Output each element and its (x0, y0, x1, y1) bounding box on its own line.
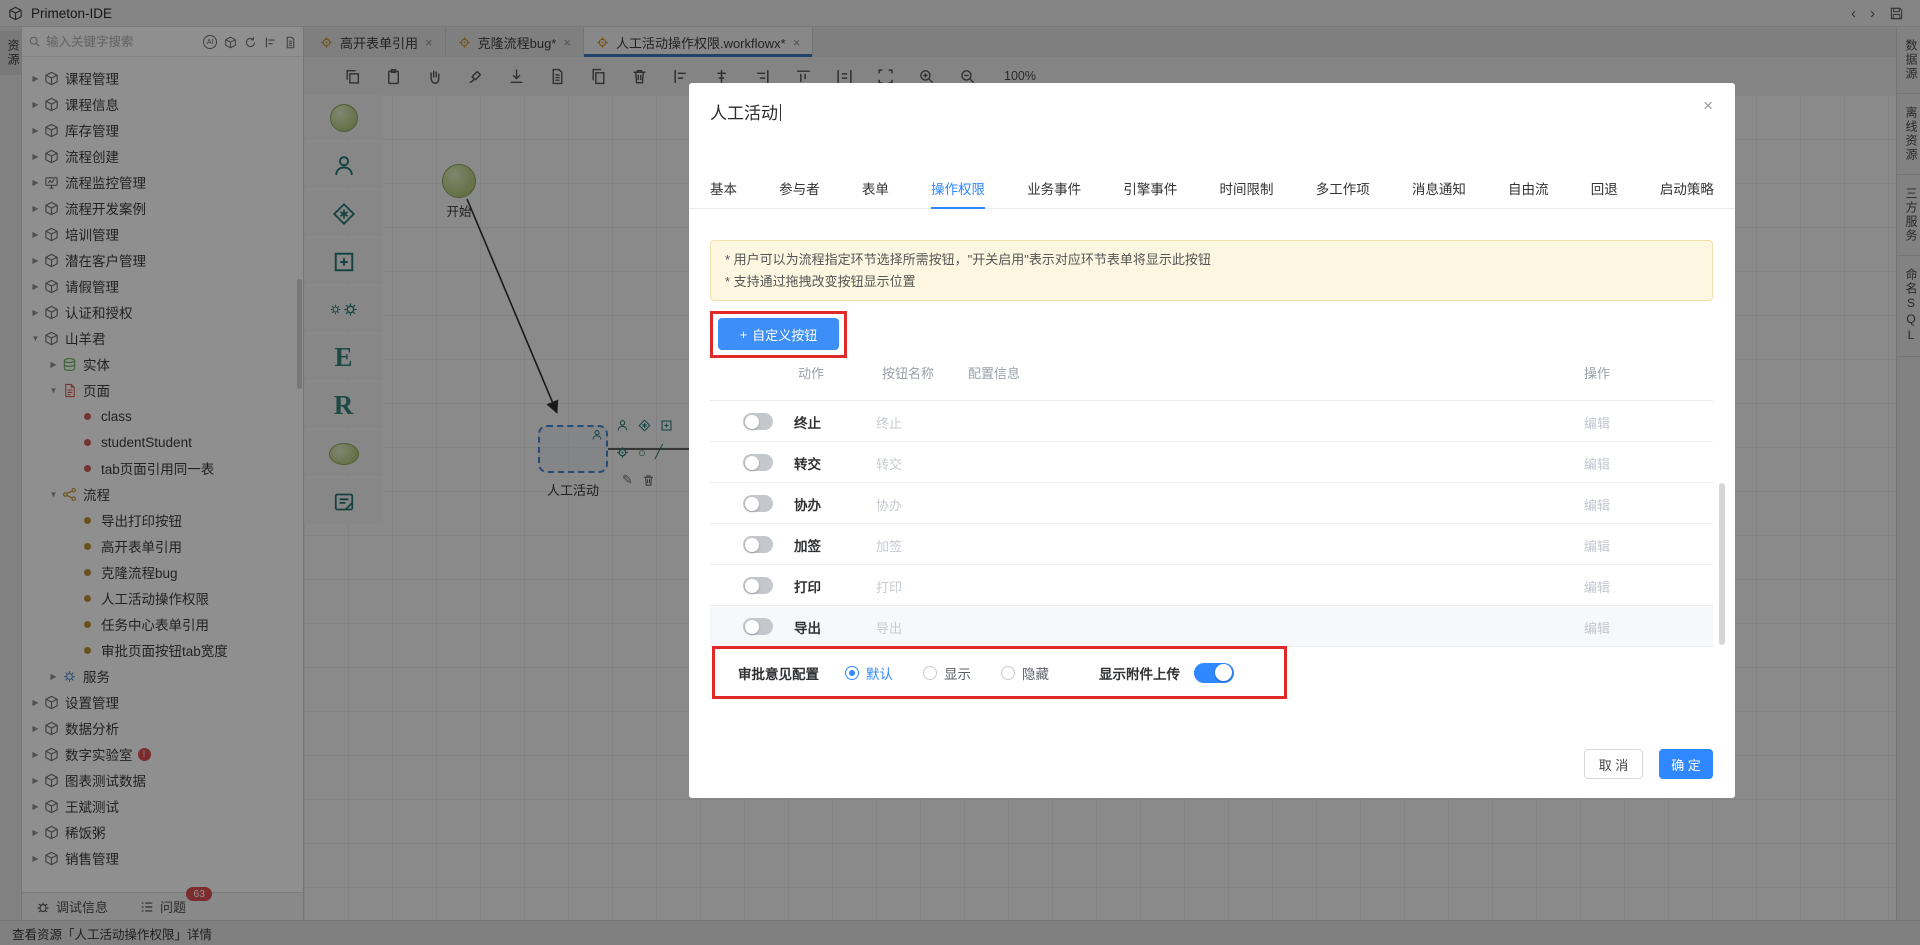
dialog-tab-参与者[interactable]: 参与者 (779, 178, 820, 208)
edit-link[interactable]: 编辑 (1584, 577, 1610, 596)
edit-link[interactable]: 编辑 (1584, 495, 1610, 514)
permission-table: 终止 终止 编辑 转交 转交 编辑 协办 协办 编辑 加签 加签 编辑 打印 打印 编辑 导出 导出 编辑 (710, 400, 1713, 647)
dialog-tabs: 基本 参与者 表单 操作权限 业务事件 引擎事件 时间限制 多工作项 消息通知 自由流 回退 启动策略 (689, 178, 1735, 209)
dialog-tab-回退[interactable]: 回退 (1591, 178, 1618, 208)
col-action: 动作 (798, 366, 825, 381)
row-button-name: 终止 (876, 416, 903, 431)
dialog-tab-多工作项[interactable]: 多工作项 (1316, 178, 1370, 208)
toggle-协办[interactable] (743, 495, 773, 512)
row-action-label: 打印 (794, 580, 821, 595)
row-action-label: 加签 (794, 539, 821, 554)
toggle-转交[interactable] (743, 454, 773, 471)
row-button-name: 转交 (876, 457, 903, 472)
row-action-label: 协办 (794, 498, 821, 513)
dialog-tab-自由流[interactable]: 自由流 (1508, 178, 1549, 208)
dialog-tab-基本[interactable]: 基本 (710, 178, 737, 208)
col-operation: 操作 (1583, 366, 1610, 381)
dialog-tab-消息通知[interactable]: 消息通知 (1412, 178, 1466, 208)
text-caret (780, 104, 781, 121)
dialog-tab-操作权限[interactable]: 操作权限 (931, 178, 986, 209)
dialog-tab-表单[interactable]: 表单 (862, 178, 889, 208)
edit-link[interactable]: 编辑 (1584, 618, 1610, 637)
edit-link[interactable]: 编辑 (1584, 413, 1610, 432)
dialog-tab-业务事件[interactable]: 业务事件 (1027, 178, 1081, 208)
dialog-tab-引擎事件[interactable]: 引擎事件 (1123, 178, 1177, 208)
cancel-button[interactable]: 取 消 (1584, 749, 1643, 779)
toggle-终止[interactable] (743, 413, 773, 430)
dialog-tab-启动策略[interactable]: 启动策略 (1660, 178, 1714, 208)
dialog-title[interactable]: 人工活动 (710, 99, 781, 124)
toggle-打印[interactable] (743, 577, 773, 594)
table-row-终止: 终止 终止 编辑 (710, 401, 1713, 442)
row-button-name: 加签 (876, 539, 903, 554)
toggle-导出[interactable] (743, 618, 773, 635)
row-action-label: 导出 (794, 621, 821, 636)
notice-line-2: * 支持通过拖拽改变按钮显示位置 (725, 274, 916, 289)
annotation-box-approval-config (712, 646, 1287, 699)
table-header: 动作 按钮名称 配置信息 操作 (710, 363, 1713, 385)
col-button-name: 按钮名称 (882, 366, 935, 381)
row-button-name: 协办 (876, 498, 903, 513)
table-row-打印: 打印 打印 编辑 (710, 565, 1713, 606)
manual-activity-dialog: 人工活动 × 基本 参与者 表单 操作权限 业务事件 引擎事件 时间限制 多工作项 消息通知 自由… (689, 83, 1735, 798)
row-action-label: 终止 (794, 416, 821, 431)
table-row-导出: 导出 导出 编辑 (710, 606, 1713, 647)
edit-link[interactable]: 编辑 (1584, 536, 1610, 555)
toggle-加签[interactable] (743, 536, 773, 553)
notice-box: * 用户可以为流程指定环节选择所需按钮，"开关启用"表示对应环节表单将显示此按钮… (710, 240, 1713, 301)
table-row-转交: 转交 转交 编辑 (710, 442, 1713, 483)
row-action-label: 转交 (794, 457, 821, 472)
notice-line-1: * 用户可以为流程指定环节选择所需按钮，"开关启用"表示对应环节表单将显示此按钮 (725, 252, 1211, 267)
row-button-name: 导出 (876, 621, 903, 636)
row-button-name: 打印 (876, 580, 903, 595)
edit-link[interactable]: 编辑 (1584, 454, 1610, 473)
table-scrollbar[interactable] (1719, 483, 1725, 645)
col-config-info: 配置信息 (968, 366, 1021, 381)
application-window: Primeton-IDE ‹ › 资源 AI ▶课程管理▶课程信息▶库存管理▶流… (0, 0, 1920, 945)
confirm-button[interactable]: 确 定 (1659, 749, 1713, 779)
close-icon[interactable]: × (1703, 96, 1713, 116)
annotation-box-custom-button (710, 311, 847, 358)
table-row-加签: 加签 加签 编辑 (710, 524, 1713, 565)
dialog-tab-时间限制[interactable]: 时间限制 (1220, 178, 1274, 208)
table-row-协办: 协办 协办 编辑 (710, 483, 1713, 524)
